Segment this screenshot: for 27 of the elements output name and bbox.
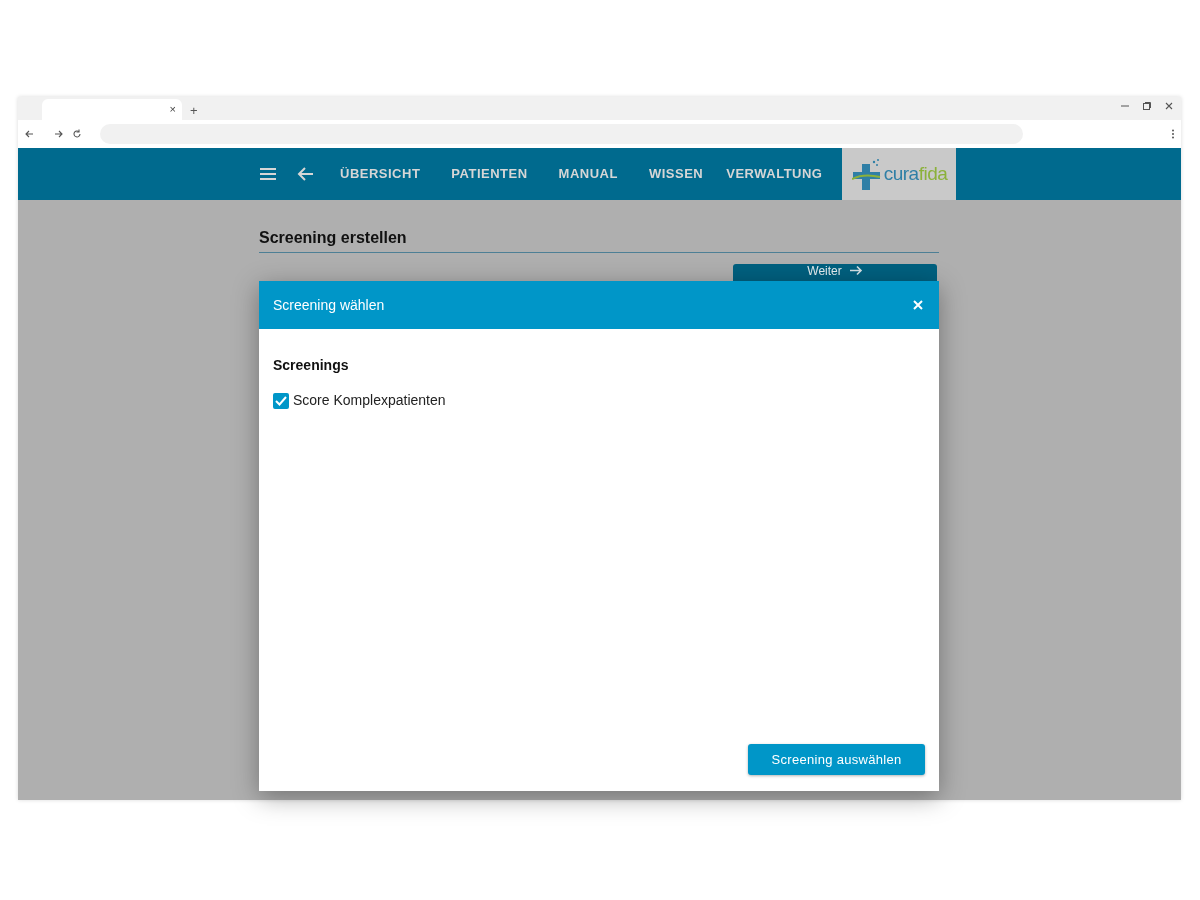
nav-link[interactable]: VERWALTUNG: [726, 164, 823, 184]
close-button[interactable]: [911, 298, 925, 312]
browser-tab[interactable]: ×: [42, 99, 182, 120]
new-tab-button[interactable]: +: [190, 104, 198, 117]
close-icon: [913, 300, 923, 310]
reload-icon[interactable]: [72, 129, 82, 139]
close-icon[interactable]: [1165, 102, 1173, 110]
dialog-title: Screening wählen: [273, 295, 385, 315]
checkbox-label[interactable]: Score Komplexpatienten: [293, 390, 446, 411]
menu-icon[interactable]: [260, 168, 276, 180]
forward-icon[interactable]: [54, 129, 64, 139]
nav-link[interactable]: MANUAL: [558, 164, 618, 184]
more-icon[interactable]: [1171, 129, 1175, 139]
cross-logo-icon: [851, 158, 882, 190]
confirm-button[interactable]: Screening auswählen: [748, 744, 925, 775]
nav-link[interactable]: ÜBERSICHT: [340, 164, 421, 184]
arrow-right-icon: [849, 265, 863, 276]
page-title: Screening erstellen: [259, 226, 939, 253]
nav-link[interactable]: PATIENTEN: [451, 164, 528, 184]
checkbox[interactable]: [273, 392, 289, 409]
close-tab-button[interactable]: ×: [169, 104, 176, 115]
nav-link[interactable]: WISSEN: [648, 164, 704, 184]
restore-icon[interactable]: [1143, 102, 1151, 110]
section-heading: Screenings: [273, 356, 350, 375]
logo-text: curafida: [883, 161, 948, 186]
back-arrow-icon[interactable]: [297, 167, 313, 181]
back-icon[interactable]: [24, 129, 34, 139]
